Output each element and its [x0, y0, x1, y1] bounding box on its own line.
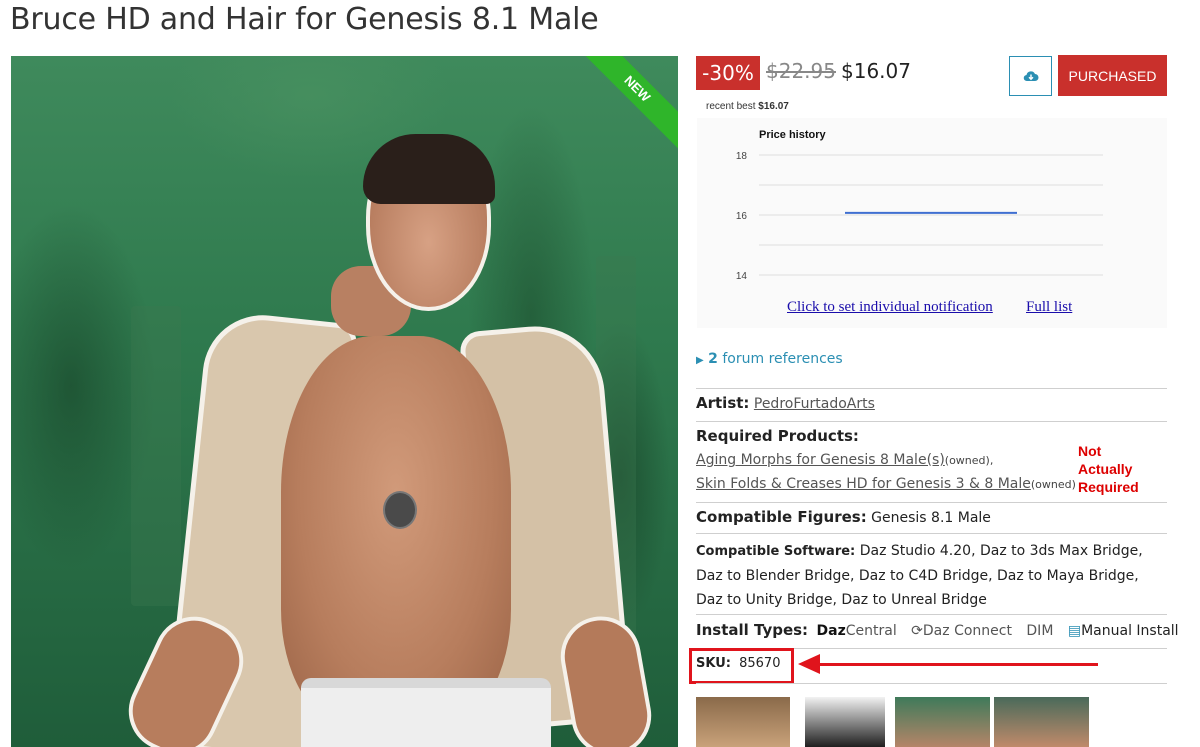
pendant: [383, 491, 417, 529]
compatible-figures-row: Compatible Figures: Genesis 8.1 Male: [696, 508, 991, 526]
recent-best: recent best $16.07: [706, 101, 789, 112]
figures-value: Genesis 8.1 Male: [871, 510, 991, 526]
daz-connect-icon: ⟳: [911, 623, 923, 639]
thumbnail[interactable]: [805, 697, 885, 747]
install-types-row: Install Types: DazCentral ⟳Daz Connect D…: [696, 621, 1179, 639]
download-file-icon: ▤: [1067, 623, 1082, 639]
sku-highlight-box: [689, 648, 794, 684]
discount-badge: -30%: [696, 56, 760, 90]
forum-label: forum references: [722, 351, 843, 367]
required-product-link[interactable]: Aging Morphs for Genesis 8 Male(s): [696, 452, 945, 468]
notification-link[interactable]: Click to set individual notification: [787, 299, 993, 316]
divider: [696, 388, 1167, 389]
full-list-link[interactable]: Full list: [1026, 299, 1072, 316]
triangle-right-icon: ▶: [696, 355, 704, 366]
artist-label: Artist:: [696, 394, 750, 412]
character-hair: [363, 134, 495, 204]
page-title: Bruce HD and Hair for Genesis 8.1 Male: [10, 2, 599, 37]
daz-connect-option[interactable]: ⟳Daz Connect: [911, 623, 1012, 639]
cloud-download-icon: [1023, 71, 1038, 82]
dim-option[interactable]: DIM: [1026, 623, 1053, 639]
daz-central-rest: Central: [845, 623, 897, 639]
owned-status: (owned),: [944, 454, 994, 467]
arrow-head-annotation: [798, 654, 820, 674]
divider: [696, 683, 1167, 684]
background-pillar: [131, 306, 181, 606]
torso: [281, 336, 511, 726]
required-product-link[interactable]: Skin Folds & Creases HD for Genesis 3 & …: [696, 476, 1031, 492]
not-required-annotation: Not Actually Required: [1078, 443, 1139, 495]
product-image[interactable]: NEW: [11, 56, 678, 747]
chart-y-tick-label: 14: [736, 271, 748, 282]
manual-install-option[interactable]: ▤Manual Install: [1068, 623, 1179, 639]
recent-best-value: $16.07: [758, 101, 789, 112]
artist-row: Artist: PedroFurtadoArts: [696, 394, 875, 412]
figures-label: Compatible Figures:: [696, 508, 867, 526]
purchased-button[interactable]: PURCHASED: [1058, 55, 1167, 96]
arrow-line-annotation: [818, 663, 1098, 666]
thumbnail[interactable]: [994, 697, 1089, 747]
current-price: $16.07: [841, 59, 911, 83]
recent-best-label: recent best: [706, 101, 756, 112]
forum-count: 2: [708, 351, 718, 367]
compatible-software-row: Compatible Software: Daz Studio 4.20, Da…: [696, 539, 1166, 612]
software-label: Compatible Software:: [696, 544, 856, 559]
install-label: Install Types:: [696, 621, 809, 639]
required-products-label: Required Products:: [696, 427, 859, 445]
artist-link[interactable]: PedroFurtadoArts: [754, 396, 875, 412]
chart-y-tick-label: 18: [736, 151, 748, 162]
chart-y-tick-label: 16: [736, 211, 748, 222]
required-item: Aging Morphs for Genesis 8 Male(s)(owned…: [696, 452, 993, 468]
underwear: [301, 678, 551, 747]
price-chart-svg: 18 16 14: [736, 151, 1103, 282]
manual-install-label: Manual Install: [1081, 623, 1179, 639]
daz-central-option[interactable]: DazCentral: [817, 623, 897, 639]
owned-status: (owned): [1030, 478, 1076, 491]
old-price: $22.95: [766, 59, 836, 83]
daz-connect-label: Daz Connect: [922, 623, 1012, 639]
required-item: Skin Folds & Creases HD for Genesis 3 & …: [696, 476, 1076, 492]
forum-references-toggle[interactable]: ▶ 2 forum references: [696, 351, 843, 367]
cloud-download-button[interactable]: [1009, 56, 1052, 96]
daz-central-strong: Daz: [816, 623, 846, 639]
divider: [696, 614, 1167, 615]
required-label: Required Products:: [696, 427, 859, 445]
thumbnail[interactable]: [696, 697, 790, 747]
divider: [696, 421, 1167, 422]
thumbnail[interactable]: [895, 697, 990, 747]
divider: [696, 533, 1167, 534]
divider: [696, 502, 1167, 503]
